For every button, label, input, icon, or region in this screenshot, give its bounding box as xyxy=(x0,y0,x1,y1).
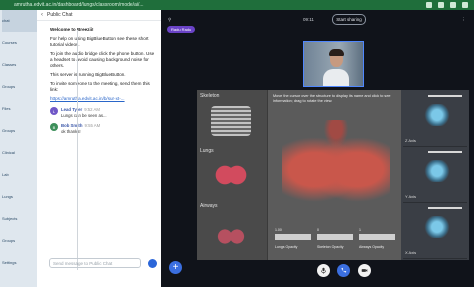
welcome-line: To join the audio bridge click the phone… xyxy=(50,51,155,68)
message-time: 9:55 AM xyxy=(84,123,101,128)
skeleton-label: Skeleton xyxy=(200,93,220,99)
welcome-line: Welcome to Breezii! xyxy=(50,27,94,32)
chat-header: ‹ Public Chat xyxy=(37,10,161,21)
chat-message: B Bob Smith 9:55 AM ok thanks! xyxy=(50,123,156,134)
nav-item[interactable]: Groups xyxy=(2,120,37,142)
skeleton-opacity-slider[interactable] xyxy=(317,234,353,240)
z-axis-panel[interactable]: Z Axis xyxy=(403,92,467,147)
lungs-opacity-slider[interactable] xyxy=(275,234,311,240)
person-body xyxy=(323,69,349,86)
browser-bar: amrutha.edvit.ac.in/dashboard/lungs/clas… xyxy=(0,0,474,10)
left-navigation: chat Courses Classes Groups Files Groups… xyxy=(0,10,37,287)
phone-button[interactable] xyxy=(337,264,350,277)
slider-value: 0 xyxy=(317,228,319,232)
nav-item[interactable]: Files xyxy=(2,98,37,120)
avatar: L xyxy=(50,107,58,115)
lungs-label: Lungs xyxy=(200,148,214,154)
avatar: B xyxy=(50,123,58,131)
start-sharing-label: Start sharing xyxy=(336,17,362,22)
lungs-opacity-label: Lungs Opacity xyxy=(275,245,298,249)
nav-item[interactable]: Groups xyxy=(2,230,37,252)
x-axis-panel[interactable]: X Axis xyxy=(403,204,467,259)
x-slice-slider[interactable] xyxy=(428,207,462,209)
anatomy-visualizer[interactable]: Skeleton Lungs Airways Move the cursor o… xyxy=(197,90,401,260)
bookmark-icon[interactable] xyxy=(438,2,444,8)
nav-item[interactable]: Clinical xyxy=(2,142,37,164)
slider-value: 1 xyxy=(359,228,361,232)
3d-lungs-model[interactable] xyxy=(282,120,390,210)
chat-panel: ‹ Public Chat Welcome to Breezii! For he… xyxy=(37,10,162,287)
z-slice-slider[interactable] xyxy=(428,95,462,97)
skeleton-thumbnail[interactable] xyxy=(211,106,251,136)
url-bar[interactable]: amrutha.edvit.ac.in/dashboard/lungs/clas… xyxy=(14,2,184,8)
send-message-button[interactable] xyxy=(148,259,157,268)
invite-link[interactable]: https://amrutha.edvit.ac.in/b/sur-xt-... xyxy=(50,96,125,101)
message-text: Lungs can be seen as... xyxy=(61,112,107,118)
y-axis-panel[interactable]: Y Axis xyxy=(403,148,467,203)
options-icon[interactable]: ⋮ xyxy=(461,17,466,23)
airways-thumbnail[interactable] xyxy=(211,220,251,250)
meeting-timer: 09:11 xyxy=(303,17,314,22)
nav-item[interactable]: Subjects xyxy=(2,208,37,230)
nav-item[interactable]: Courses xyxy=(2,32,37,54)
slice-panels: Z Axis Y Axis X Axis xyxy=(401,90,469,260)
person-hair xyxy=(329,49,344,56)
menu-icon[interactable] xyxy=(462,2,468,8)
nav-item[interactable]: Classes xyxy=(2,54,37,76)
invite-text: To invite someone to the meeting, send t… xyxy=(50,81,150,92)
camera-button[interactable] xyxy=(358,264,371,277)
airways-opacity-label: Airways Opacity xyxy=(359,245,385,249)
extension-icon[interactable] xyxy=(426,2,432,8)
structure-list: Skeleton Lungs Airways xyxy=(197,90,268,260)
y-slice-slider[interactable] xyxy=(428,151,462,153)
x-axis-label: X Axis xyxy=(405,250,417,255)
slider-value: 1.00 xyxy=(275,228,282,232)
start-sharing-button[interactable]: Start sharing xyxy=(332,14,366,25)
visualizer-instructions: Move the cursor over the structure to di… xyxy=(273,94,391,103)
nav-item[interactable]: Settings xyxy=(2,252,37,274)
users-icon[interactable]: ⚲ xyxy=(168,17,171,23)
message-time: 9:52 AM xyxy=(84,107,100,112)
skeleton-opacity-label: Skeleton Opacity xyxy=(317,245,344,249)
chat-title: Public Chat xyxy=(47,12,73,18)
sender-name: Bob Smith xyxy=(61,123,83,128)
phone-icon xyxy=(341,267,347,273)
opacity-sliders: 1.00 0 1 Lungs Opacity Skeleton Opacity … xyxy=(273,228,397,256)
mic-button[interactable] xyxy=(317,264,330,277)
z-scan-image xyxy=(423,104,451,126)
chat-scrollbar[interactable] xyxy=(77,30,78,270)
presentation-stage: ⚲ 09:11 Start sharing ⋮ Radu Radu Skelet… xyxy=(161,10,474,287)
nav-item[interactable]: Lungs xyxy=(2,186,37,208)
nav-item[interactable]: Lab xyxy=(2,164,37,186)
y-axis-label: Y Axis xyxy=(405,194,417,199)
camera-icon xyxy=(361,269,368,272)
chat-message: L Lead Tyler 9:52 AM Lungs can be seen as… xyxy=(50,107,156,118)
welcome-message: Welcome to Breezii! For help on using Bi… xyxy=(50,27,156,102)
welcome-line: This server is running BigBlueButton. xyxy=(50,72,126,77)
close-chat-icon[interactable]: ‹ xyxy=(41,12,43,18)
presenter-badge: Radu Radu xyxy=(167,26,196,33)
airways-opacity-slider[interactable] xyxy=(359,234,395,240)
nav-item[interactable]: chat xyxy=(2,10,37,32)
lungs-thumbnail[interactable] xyxy=(211,160,251,190)
webcam-video[interactable] xyxy=(303,41,364,87)
airways-label: Airways xyxy=(200,203,218,209)
z-axis-label: Z Axis xyxy=(405,138,416,143)
mic-icon xyxy=(321,267,326,274)
sender-name: Lead Tyler xyxy=(61,107,83,112)
nav-item[interactable]: Groups xyxy=(2,76,37,98)
x-scan-image xyxy=(423,216,451,238)
actions-button[interactable]: + xyxy=(169,261,182,274)
chat-input[interactable]: Send message to Public Chat xyxy=(49,258,141,268)
y-scan-image xyxy=(423,160,451,182)
welcome-line: For help on using BigBlueButton see thes… xyxy=(50,36,149,47)
profile-icon[interactable] xyxy=(450,2,456,8)
